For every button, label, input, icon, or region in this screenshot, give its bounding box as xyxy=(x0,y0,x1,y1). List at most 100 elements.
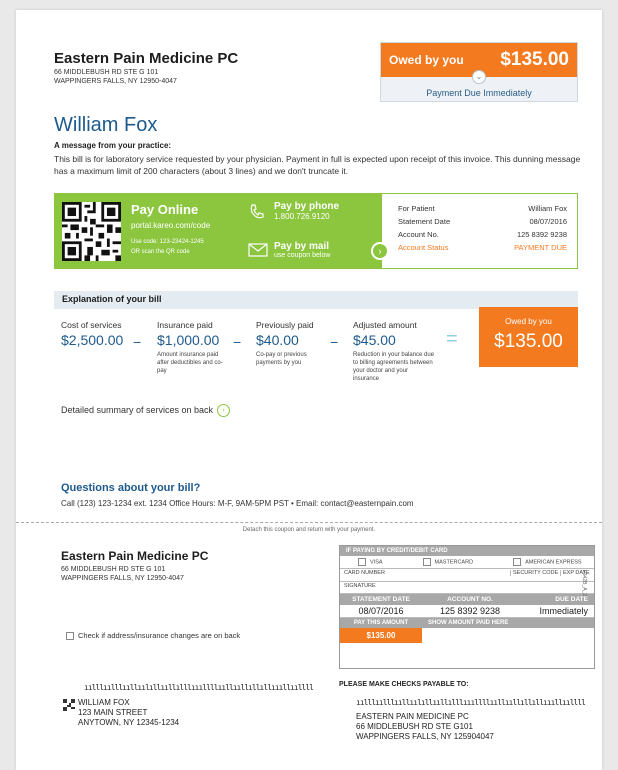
contact-info: Call (123) 123-1234 ext. 1234 Office Hou… xyxy=(61,499,414,508)
remit-address-line: WAPPINGERS FALLS, NY 125904047 xyxy=(356,732,494,741)
account-row-label: For Patient xyxy=(398,204,435,213)
message-heading: A message from your practice: xyxy=(54,141,172,150)
account-no-header: ACCOUNT NO. xyxy=(447,596,493,603)
pay-online-url[interactable]: portal.kareo.com/code xyxy=(131,221,210,230)
statement-header-row: STATEMENT DATE ACCOUNT NO. DUE DATE xyxy=(340,594,594,605)
pay-header-row: PAY THIS AMOUNT SHOW AMOUNT PAID HERE xyxy=(340,618,594,628)
owed-summary-box: Owed by you $135.00 ⌄ Payment Due Immedi… xyxy=(380,42,578,102)
pay-this-amount-value: $135.00 xyxy=(340,628,422,643)
cost-label: Cost of services xyxy=(61,320,122,330)
checkbox[interactable] xyxy=(513,558,522,566)
pay-phone-mail-block: Pay by phone 1.800.726.9120 Pay by mail … xyxy=(248,201,368,271)
statement-date-value: 08/07/2016 xyxy=(358,606,404,616)
previously-paid-value: $40.00 xyxy=(256,332,299,348)
payment-options-band: Pay Online portal.kareo.com/code Use cod… xyxy=(54,193,389,271)
chevron-down-icon: ⌄ xyxy=(472,70,486,84)
cost-of-services: Cost of services $2,500.00 xyxy=(61,320,123,348)
questions-title: Questions about your bill? xyxy=(61,482,201,494)
address-change-checkbox[interactable]: Check if address/insurance changes are o… xyxy=(66,631,240,641)
pay-phone-title: Pay by phone xyxy=(274,201,340,212)
summary-link-text[interactable]: Detailed summary of services on back xyxy=(61,405,213,415)
account-row-value: 08/07/2016 xyxy=(529,217,567,226)
mailing-address-line: WILLIAM FOX xyxy=(78,698,130,707)
account-status-value: PAYMENT DUE xyxy=(514,243,567,252)
previously-paid-note: Co-pay or previous payments by you xyxy=(256,352,307,366)
checkbox[interactable] xyxy=(358,558,366,566)
account-no-value: 125 8392 9238 xyxy=(439,606,501,616)
pay-phone-number[interactable]: 1.800.726.9120 xyxy=(274,212,339,221)
card-option-amex[interactable]: AMERICAN EXPRESS xyxy=(513,558,582,566)
patient-mailing-address: WILLIAM FOX 123 MAIN STREET ANYTOWN, NY … xyxy=(78,698,179,728)
previously-paid-label: Previously paid xyxy=(256,320,314,330)
practice-address: 66 MIDDLEBUSH RD STE G 101 WAPPINGERS FA… xyxy=(54,68,177,86)
account-status-label: Account Status xyxy=(398,243,449,252)
minus-sign: − xyxy=(133,334,142,350)
adjusted-value: $45.00 xyxy=(353,332,396,348)
account-info-box: For Patient William Fox Statement Date 0… xyxy=(382,193,578,269)
card-panel-header: IF PAYING BY CREDIT/DEBIT CARD xyxy=(340,546,594,556)
card-payment-panel: IF PAYING BY CREDIT/DEBIT CARD VISA MAST… xyxy=(339,545,595,669)
card-number-row[interactable]: CARD NUMBER SECURITY CODE EXP DATE xyxy=(340,569,594,582)
detach-line xyxy=(16,522,602,523)
practice-name: Eastern Pain Medicine PC xyxy=(54,50,239,67)
minus-sign: − xyxy=(233,334,242,350)
account-row: Account No. 125 8392 9238 xyxy=(398,228,567,241)
coupon-address-line: 66 MIDDLEBUSH RD STE G 101 xyxy=(61,566,166,573)
phone-icon xyxy=(248,203,266,226)
card-type-label: AMERICAN EXPRESS xyxy=(525,559,582,566)
detach-instruction: Detach this coupon and return with your … xyxy=(242,527,376,533)
owed-total-amount: $135.00 xyxy=(494,331,563,352)
coupon-address-line: WAPPINGERS FALLS, NY 12950-4047 xyxy=(61,575,184,582)
owed-label: Owed by you xyxy=(389,53,464,67)
owed-total-box: Owed by you $135.00 xyxy=(479,307,578,367)
card-type-options: VISA MASTERCARD AMERICAN EXPRESS xyxy=(340,556,594,569)
remit-address-line: EASTERN PAIN MEDICINE PC xyxy=(356,712,469,721)
account-status-row: Account Status PAYMENT DUE xyxy=(398,241,567,254)
patient-name: William Fox xyxy=(54,114,158,136)
minus-sign: − xyxy=(330,334,339,350)
account-row: For Patient William Fox xyxy=(398,202,567,215)
chevron-right-icon[interactable]: › xyxy=(217,404,231,417)
mailing-address-line: 123 MAIN STREET xyxy=(78,708,148,717)
amount-paid-header: SHOW AMOUNT PAID HERE xyxy=(428,620,509,626)
pay-values-row: $135.00 xyxy=(340,628,594,643)
insurance-value: $1,000.00 xyxy=(157,332,220,348)
statement-values-row: 08/07/2016 125 8392 9238 Immediately xyxy=(340,605,594,618)
coupon-practice-address: 66 MIDDLEBUSH RD STE G 101 WAPPINGERS FA… xyxy=(61,565,184,583)
insurance-paid: Insurance paid $1,000.00 Amount insuranc… xyxy=(157,320,231,375)
adjusted-label: Adjusted amount xyxy=(353,320,417,330)
qr-code-icon[interactable] xyxy=(62,202,121,261)
amount-paid-input[interactable] xyxy=(422,628,594,643)
mailing-address-line: ANYTOWN, NY 12345-1234 xyxy=(78,718,180,727)
account-row-label: Statement Date xyxy=(398,217,451,226)
signature-row[interactable]: SIGNATURE xyxy=(340,582,594,594)
owed-amount: $135.00 xyxy=(500,49,569,70)
account-row-value: 125 8392 9238 xyxy=(516,230,567,239)
insurance-label: Insurance paid xyxy=(157,320,213,330)
remit-barcode: ıılllıılllııllıılıllııllılllıııllllııllı… xyxy=(356,698,586,707)
pay-mail-title: Pay by mail xyxy=(274,241,330,252)
payment-due-text: Payment Due Immediately xyxy=(426,88,532,98)
security-code-label: SECURITY CODE xyxy=(510,570,560,576)
cost-value: $2,500.00 xyxy=(61,332,124,348)
card-type-label: VISA xyxy=(370,559,383,566)
pay-online-block: Pay Online portal.kareo.com/code Use cod… xyxy=(131,202,210,257)
checks-payable-label: PLEASE MAKE CHECKS PAYABLE TO: xyxy=(339,681,469,688)
card-option-mastercard[interactable]: MASTERCARD xyxy=(422,558,473,566)
insurance-note: Amount insurance paid after deductibles … xyxy=(157,352,223,374)
adjusted-note: Reduction in your balance due to billing… xyxy=(353,352,435,382)
remit-address: EASTERN PAIN MEDICINE PC 66 MIDDLEBUSH R… xyxy=(356,712,494,742)
checkbox[interactable] xyxy=(66,632,74,641)
account-row-value: William Fox xyxy=(528,204,567,213)
pay-online-code: Use code: 123-23424-1245 xyxy=(131,239,204,245)
pay-this-amount-header: PAY THIS AMOUNT xyxy=(353,620,409,626)
account-row-label: Account No. xyxy=(398,230,439,239)
checkbox[interactable] xyxy=(422,558,431,566)
card-option-visa[interactable]: VISA xyxy=(358,558,383,566)
summary-link[interactable]: Detailed summary of services on back › xyxy=(61,404,231,417)
account-row: Statement Date 08/07/2016 xyxy=(398,215,567,228)
pay-online-title: Pay Online xyxy=(131,202,199,217)
statement-page: Eastern Pain Medicine PC 66 MIDDLEBUSH R… xyxy=(16,10,602,770)
previously-paid: Previously paid $40.00 Co-pay or previou… xyxy=(256,320,322,367)
mail-icon xyxy=(248,243,268,262)
